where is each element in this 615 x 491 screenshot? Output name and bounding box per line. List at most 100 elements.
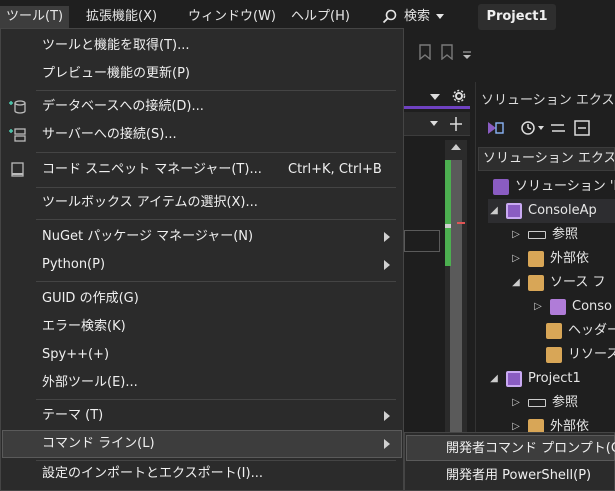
history-icon[interactable] (520, 120, 536, 136)
tree-item-references[interactable]: ▷ 参照 (510, 391, 578, 415)
submenu-arrow-icon (384, 411, 390, 421)
folder-icon (546, 323, 562, 339)
menu-item-python[interactable]: Python(P) (2, 251, 402, 279)
tree-item-external-deps[interactable]: ▷ 外部依 (510, 247, 589, 271)
submenu-item-label: 開発者用 PowerShell(P) (446, 468, 592, 483)
server-connect-icon (9, 128, 26, 142)
tree-item-references[interactable]: ▷ 参照 (510, 223, 578, 247)
project-icon (506, 203, 522, 219)
menu-separator (36, 90, 396, 91)
menu-extensions[interactable]: 拡張機能(X) (80, 6, 163, 28)
tree-label: ソリューション 'Pr (515, 179, 615, 194)
menu-item-shortcut: Ctrl+K, Ctrl+B (288, 162, 382, 177)
solution-search-input[interactable]: ソリューション エクスプロ (478, 147, 615, 171)
expanded-triangle-icon[interactable]: ◢ (510, 271, 522, 295)
menu-help[interactable]: ヘルプ(H) (285, 6, 356, 28)
sync-icon[interactable] (550, 121, 566, 135)
menu-item-label: ツールボックス アイテムの選択(X)... (42, 195, 258, 210)
member-navigation-combo[interactable] (404, 112, 470, 136)
tree-item-source-files[interactable]: ◢ ソース フ (510, 271, 605, 295)
reference-icon (528, 399, 546, 407)
chevron-down-icon[interactable] (538, 126, 544, 130)
caret-position-mark (457, 222, 465, 224)
tree-label: 参照 (552, 395, 579, 410)
tree-item-header-files[interactable]: ヘッダー (528, 319, 615, 343)
menu-item-create-guid[interactable]: GUID の作成(G) (2, 285, 402, 313)
menu-item-label: ツールと機能を取得(T)... (42, 38, 190, 53)
chevron-down-icon (430, 121, 438, 126)
menu-separator (36, 399, 396, 400)
menu-item-connect-database[interactable]: データベースへの接続(D)... (2, 93, 402, 121)
menu-separator (36, 281, 396, 282)
folder-icon (528, 275, 544, 291)
menu-item-label: テーマ (T) (42, 408, 104, 423)
collapsed-triangle-icon[interactable]: ▷ (510, 223, 522, 247)
snippet-icon (11, 162, 24, 177)
vs-switch-view-icon[interactable] (486, 120, 504, 136)
chevron-down-icon (436, 14, 445, 19)
bookmark-clear-icon[interactable] (440, 44, 454, 61)
folder-icon (546, 347, 562, 363)
database-connect-icon (9, 100, 26, 114)
menu-item-choose-toolbox-items[interactable]: ツールボックス アイテムの選択(X)... (2, 189, 402, 217)
menu-item-preview-features[interactable]: プレビュー機能の更新(P) (2, 60, 402, 88)
menu-item-label: コマンド ライン(L) (42, 436, 155, 451)
solution-icon (493, 179, 509, 195)
menu-item-spy[interactable]: Spy++(+) (2, 341, 402, 369)
collapsed-triangle-icon[interactable]: ▷ (510, 391, 522, 415)
menu-separator (36, 219, 396, 220)
tree-item-console-cpp[interactable]: ▷ Conso (532, 295, 612, 319)
menu-item-connect-server[interactable]: サーバーへの接続(S)... (2, 121, 402, 149)
menu-item-label: Python(P) (42, 257, 106, 272)
expanded-triangle-icon[interactable]: ◢ (488, 199, 500, 223)
menu-item-get-tools[interactable]: ツールと機能を取得(T)... (2, 32, 402, 60)
split-editor-icon[interactable] (448, 116, 464, 132)
tree-label: Project1 (528, 371, 581, 386)
submenu-item-dev-powershell[interactable]: 開発者用 PowerShell(P) (406, 463, 615, 489)
reference-icon (528, 231, 546, 239)
gear-icon[interactable] (452, 89, 466, 103)
menu-item-label: エラー検索(K) (42, 319, 126, 334)
menu-item-command-line[interactable]: コマンド ライン(L) (2, 430, 402, 458)
tab-dropdown-icon[interactable] (430, 94, 440, 100)
folder-icon (528, 251, 544, 267)
menu-item-snippet-manager[interactable]: コード スニペット マネージャー(T)... Ctrl+K, Ctrl+B (2, 156, 402, 184)
menu-item-label: NuGet パッケージ マネージャー(N) (42, 229, 254, 244)
search-button[interactable]: 検索 (382, 6, 445, 28)
tree-item-resource-files[interactable]: リソース (528, 343, 615, 367)
tree-item-project1[interactable]: ◢ Project1 (488, 367, 581, 391)
collapse-all-icon[interactable] (574, 120, 590, 136)
scroll-up-icon[interactable] (451, 144, 461, 150)
menu-item-error-lookup[interactable]: エラー検索(K) (2, 313, 402, 341)
solution-explorer-title: ソリューション エクスプロ (481, 93, 615, 108)
submenu-item-label: 開発者コマンド プロンプト(C) (446, 441, 615, 456)
tree-item-solution[interactable]: ソリューション 'Pr (493, 175, 615, 199)
submenu-arrow-icon (384, 260, 390, 270)
tree-label: 外部依 (550, 251, 590, 266)
menu-item-import-export-settings[interactable]: 設定のインポートとエクスポート(I)... (2, 460, 402, 488)
expanded-triangle-icon[interactable]: ◢ (488, 367, 500, 391)
menu-item-label: コード スニペット マネージャー(T)... (42, 162, 262, 177)
submenu-item-dev-command-prompt[interactable]: 開発者コマンド プロンプト(C) (406, 435, 615, 461)
menu-item-external-tools[interactable]: 外部ツール(E)... (2, 369, 402, 397)
menu-window[interactable]: ウィンドウ(W) (182, 6, 282, 28)
editor-tab-strip (404, 86, 470, 108)
menu-item-nuget[interactable]: NuGet パッケージ マネージャー(N) (2, 223, 402, 251)
bookmark-icon[interactable] (418, 44, 432, 61)
submenu-arrow-icon (384, 232, 390, 242)
tree-label: ヘッダー (568, 323, 615, 338)
collapsed-triangle-icon[interactable]: ▷ (510, 247, 522, 271)
menu-tools[interactable]: ツール(T) (0, 6, 70, 28)
change-indicator-mark (445, 224, 451, 228)
menu-item-theme[interactable]: テーマ (T) (2, 402, 402, 430)
menu-item-label: サーバーへの接続(S)... (42, 127, 177, 142)
menu-item-label: 設定のインポートとエクスポート(I)... (42, 466, 263, 481)
tree-label: 参照 (552, 227, 579, 242)
tree-item-consoleapp-project[interactable]: ◢ ConsoleAp (488, 199, 615, 223)
overflow-chevron-icon[interactable] (462, 50, 471, 60)
menu-separator (36, 187, 396, 188)
menu-item-label: Spy++(+) (42, 347, 110, 362)
menu-item-label: GUID の作成(G) (42, 291, 139, 306)
collapsed-triangle-icon[interactable]: ▷ (532, 295, 544, 319)
search-label: 検索 (404, 9, 431, 24)
